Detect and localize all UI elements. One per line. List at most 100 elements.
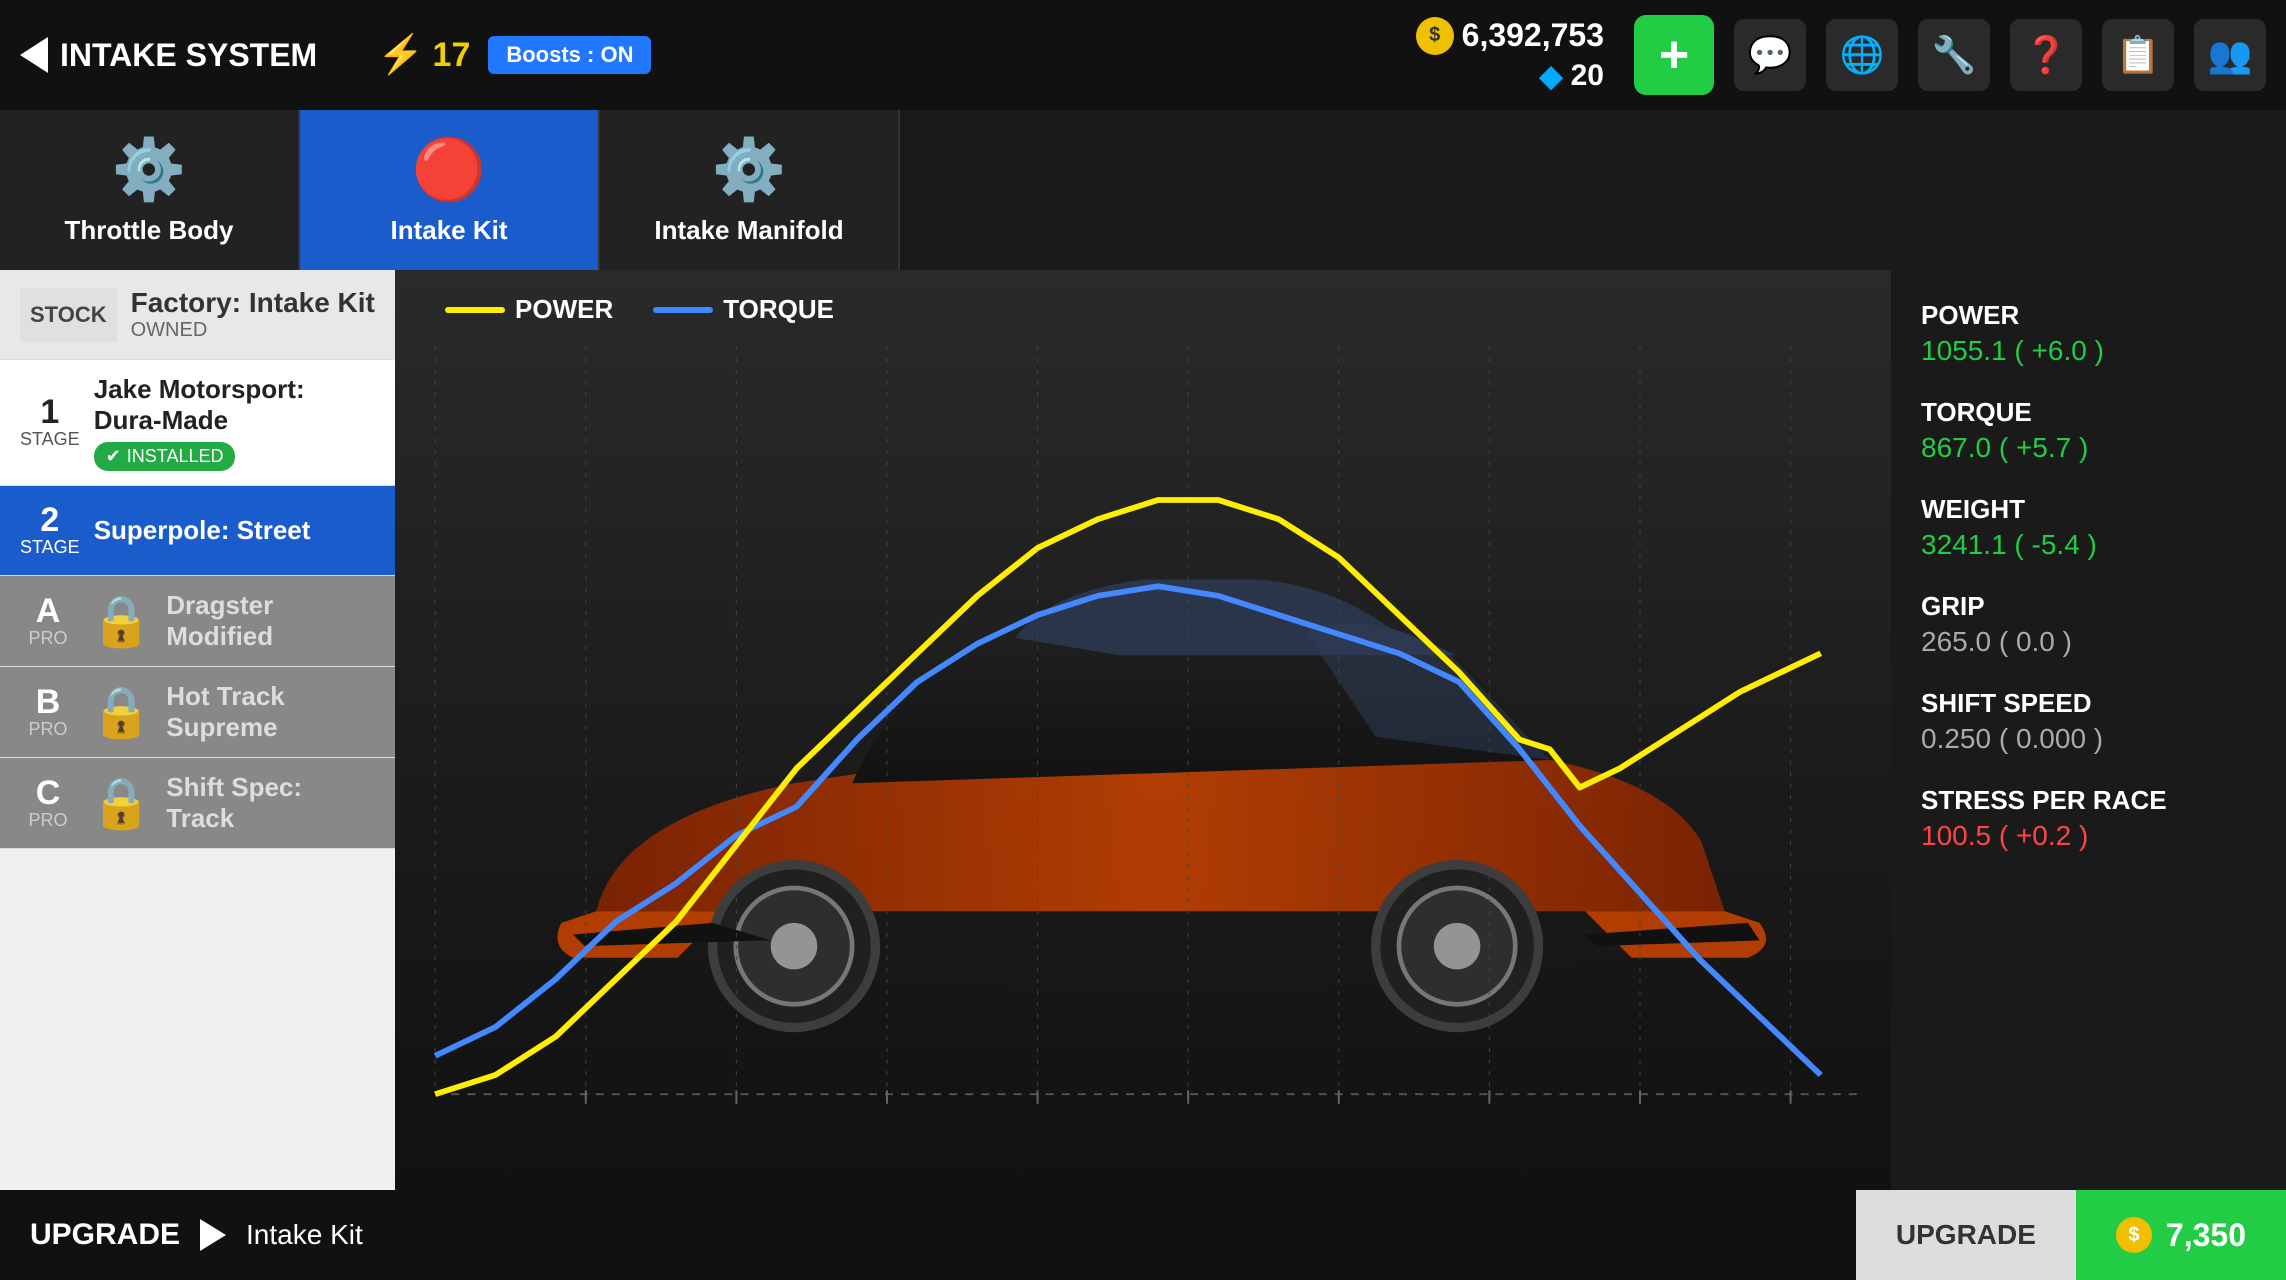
shift-speed-label: SHIFT SPEED	[1921, 688, 2256, 719]
play-icon	[200, 1219, 226, 1251]
price-value: 7,350	[2166, 1217, 2246, 1254]
gem-icon: ◆	[1540, 59, 1563, 94]
back-button[interactable]: INTAKE SYSTEM	[20, 37, 317, 74]
weight-value: 3241.1 ( -5.4 )	[1921, 529, 2256, 561]
throttle-body-label: Throttle Body	[65, 215, 234, 246]
tab-intake-manifold[interactable]: ⚙️ Intake Manifold	[600, 110, 900, 270]
bottom-right: UPGRADE $ 7,350	[1856, 1190, 2286, 1280]
intake-manifold-label: Intake Manifold	[654, 215, 843, 246]
header-right: $ 6,392,753 ◆ 20 + 💬 🌐 🔧 ❓ 📋 👥	[1416, 15, 2266, 95]
stage2-name: Superpole: Street	[94, 515, 375, 546]
gems-value: 20	[1571, 59, 1604, 93]
upgrade-button[interactable]: UPGRADE	[1856, 1190, 2076, 1280]
power-value: 1055.1 ( +6.0 )	[1921, 335, 2256, 367]
coins-display: $ 6,392,753	[1416, 17, 1604, 55]
upgrade-item-stageb[interactable]: B PRO 🔒 Hot Track Supreme	[0, 667, 395, 758]
coins-value: 6,392,753	[1462, 17, 1604, 54]
price-button[interactable]: $ 7,350	[2076, 1190, 2286, 1280]
price-coin-icon: $	[2116, 1217, 2152, 1253]
torque-label: TORQUE	[1921, 397, 2256, 428]
installed-label: INSTALLED	[127, 446, 224, 467]
stat-grip: GRIP 265.0 ( 0.0 )	[1921, 591, 2256, 658]
team-button[interactable]: 👥	[2194, 19, 2266, 91]
chart-svg	[395, 270, 1891, 1190]
stage1-name: Jake Motorsport: Dura-Made	[94, 374, 375, 436]
car-view: POWER TORQUE	[395, 270, 1891, 1190]
intake-manifold-icon: ⚙️	[712, 134, 787, 205]
stagec-label: PRO	[28, 810, 67, 831]
shift-speed-value: 0.250 ( 0.000 )	[1921, 723, 2256, 755]
upgrade-info-stagea: Dragster Modified	[166, 590, 375, 652]
upgrade-info-stageb: Hot Track Supreme	[166, 681, 375, 743]
list-button[interactable]: 📋	[2102, 19, 2174, 91]
throttle-body-icon: ⚙️	[112, 134, 187, 205]
boosts-badge[interactable]: Boosts : ON	[488, 36, 651, 74]
currency-group: $ 6,392,753 ◆ 20	[1416, 17, 1604, 94]
grip-value: 265.0 ( 0.0 )	[1921, 626, 2256, 658]
upgrade-item-stagea[interactable]: A PRO 🔒 Dragster Modified	[0, 576, 395, 667]
help-button[interactable]: ❓	[2010, 19, 2082, 91]
stageb-name: Hot Track Supreme	[166, 681, 375, 743]
intake-kit-label: Intake Kit	[390, 215, 507, 246]
stage2-badge: 2 STAGE	[20, 503, 80, 558]
upgrade-info-stage2: Superpole: Street	[94, 515, 375, 546]
page-title: INTAKE SYSTEM	[60, 37, 317, 74]
stock-sub: OWNED	[131, 319, 375, 342]
stagec-name: Shift Spec: Track	[166, 772, 375, 834]
lightning-badge: ⚡ 17 Boosts : ON	[377, 33, 651, 77]
back-arrow-icon	[20, 37, 48, 73]
stagea-badge: A PRO	[20, 594, 76, 649]
upgrade-item-stagec[interactable]: C PRO 🔒 Shift Spec: Track	[0, 758, 395, 849]
stats-panel: POWER 1055.1 ( +6.0 ) TORQUE 867.0 ( +5.…	[1891, 270, 2286, 1190]
stock-stage-col: STOCK	[20, 288, 117, 342]
stage1-badge: 1 STAGE	[20, 395, 80, 450]
installed-badge: ✔ INSTALLED	[94, 442, 236, 471]
lock-icon-b: 🔒	[90, 683, 152, 742]
stage1-label: STAGE	[20, 429, 80, 450]
stat-shift-speed: SHIFT SPEED 0.250 ( 0.000 )	[1921, 688, 2256, 755]
stageb-badge: B PRO	[20, 685, 76, 740]
stat-torque: TORQUE 867.0 ( +5.7 )	[1921, 397, 2256, 464]
stagec-badge: C PRO	[20, 776, 76, 831]
wrench-button[interactable]: 🔧	[1918, 19, 1990, 91]
add-currency-button[interactable]: +	[1634, 15, 1714, 95]
check-icon: ✔	[106, 446, 121, 467]
bottom-bar: UPGRADE Intake Kit UPGRADE $ 7,350	[0, 1190, 2286, 1280]
stage2-label: STAGE	[20, 537, 80, 558]
stageb-num: B	[36, 685, 61, 719]
stat-power: POWER 1055.1 ( +6.0 )	[1921, 300, 2256, 367]
globe-button[interactable]: 🌐	[1826, 19, 1898, 91]
stage1-num: 1	[40, 395, 59, 429]
lightning-count: 17	[433, 36, 471, 75]
power-label: POWER	[1921, 300, 2256, 331]
intake-kit-icon: 🔴	[412, 134, 487, 205]
upgrade-item-stage1[interactable]: 1 STAGE Jake Motorsport: Dura-Made ✔ INS…	[0, 360, 395, 486]
upgrade-list: STOCK Factory: Intake Kit OWNED 1 STAGE …	[0, 270, 395, 1190]
weight-label: WEIGHT	[1921, 494, 2256, 525]
coin-icon: $	[1416, 17, 1454, 55]
upgrade-item-label: Intake Kit	[246, 1219, 363, 1251]
stress-value: 100.5 ( +0.2 )	[1921, 820, 2256, 852]
stock-stage-label: STOCK	[30, 302, 107, 328]
lock-icon-c: 🔒	[90, 774, 152, 833]
stagea-name: Dragster Modified	[166, 590, 375, 652]
upgrade-info-stock: Factory: Intake Kit OWNED	[131, 287, 375, 342]
stagec-num: C	[36, 776, 61, 810]
category-tabs: ⚙️ Throttle Body 🔴 Intake Kit ⚙️ Intake …	[0, 110, 900, 270]
stress-label: STRESS PER RACE	[1921, 785, 2256, 816]
tab-intake-kit[interactable]: 🔴 Intake Kit	[300, 110, 600, 270]
upgrade-info-stagec: Shift Spec: Track	[166, 772, 375, 834]
stat-stress: STRESS PER RACE 100.5 ( +0.2 )	[1921, 785, 2256, 852]
upgrade-label: UPGRADE	[30, 1218, 180, 1252]
stageb-label: PRO	[28, 719, 67, 740]
stage2-num: 2	[40, 503, 59, 537]
stock-name: Factory: Intake Kit	[131, 287, 375, 319]
chat-button[interactable]: 💬	[1734, 19, 1806, 91]
upgrade-item-stage2[interactable]: 2 STAGE Superpole: Street	[0, 486, 395, 576]
torque-value: 867.0 ( +5.7 )	[1921, 432, 2256, 464]
tab-throttle-body[interactable]: ⚙️ Throttle Body	[0, 110, 300, 270]
bottom-left: UPGRADE Intake Kit	[0, 1218, 1856, 1252]
upgrade-item-stock[interactable]: STOCK Factory: Intake Kit OWNED	[0, 270, 395, 360]
stagea-label: PRO	[28, 628, 67, 649]
lightning-icon: ⚡	[377, 33, 424, 77]
